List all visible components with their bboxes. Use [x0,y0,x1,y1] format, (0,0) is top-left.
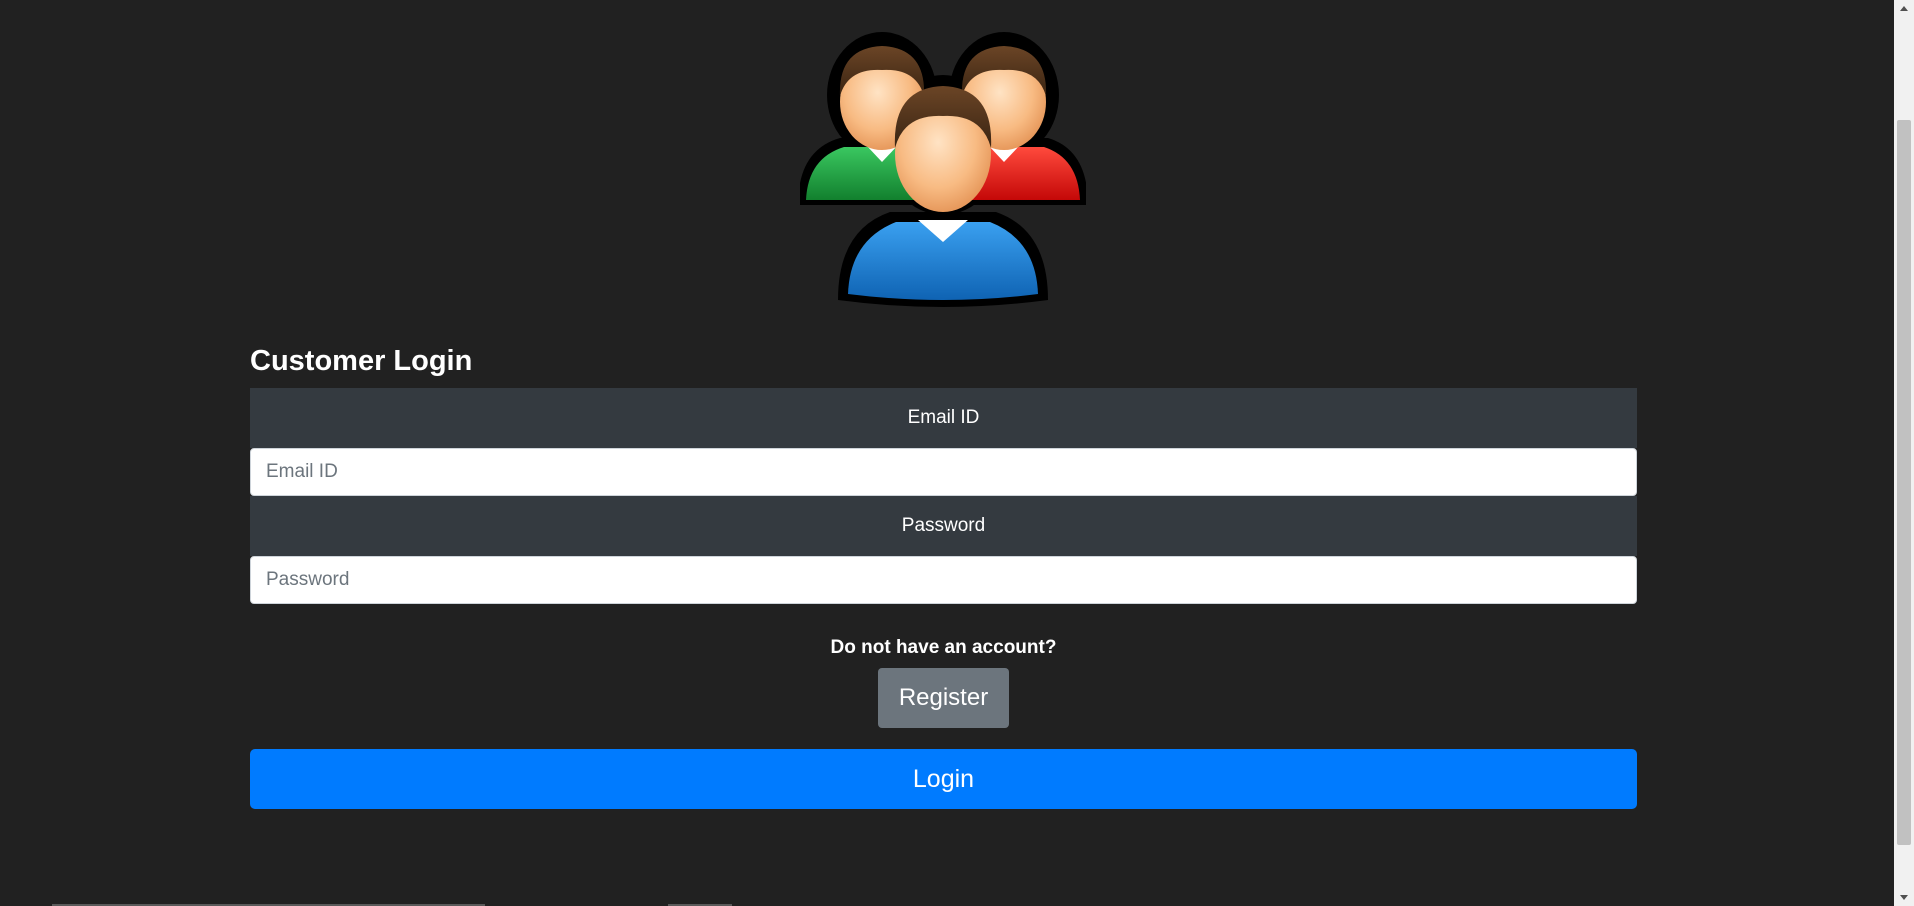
email-label: Email ID [250,388,1637,448]
register-button[interactable]: Register [878,668,1009,728]
users-group-icon [798,30,1088,316]
password-label: Password [250,496,1637,556]
scrollbar-thumb[interactable] [1897,120,1911,845]
scroll-down-arrow-icon[interactable] [1894,889,1914,906]
login-form: Email ID Password Do not have an account… [250,388,1637,809]
page-title: Customer Login [250,345,473,377]
register-wrap: Register [250,668,1637,728]
page-viewport: Customer Login Email ID Password Do not … [0,0,1894,906]
email-input[interactable] [250,448,1637,496]
password-input[interactable] [250,556,1637,604]
vertical-scrollbar[interactable] [1894,0,1914,906]
account-prompt: Do not have an account? [830,637,1057,658]
login-button[interactable]: Login [250,749,1637,809]
scroll-up-arrow-icon[interactable] [1894,0,1914,17]
